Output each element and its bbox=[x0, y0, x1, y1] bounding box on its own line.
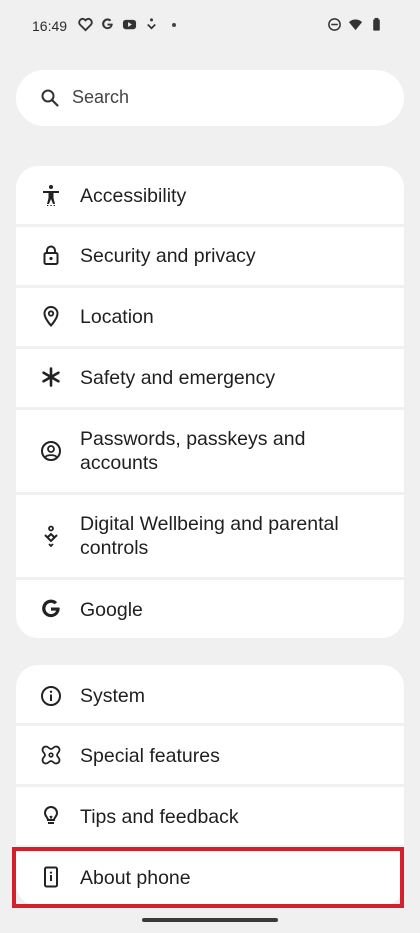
settings-item-security-privacy[interactable]: Security and privacy bbox=[16, 227, 404, 285]
settings-group-system: System Special features Tips and feedbac… bbox=[16, 665, 404, 906]
search-icon bbox=[40, 88, 60, 108]
settings-item-label: Digital Wellbeing and parental controls bbox=[80, 513, 339, 559]
status-notification-icons bbox=[78, 17, 176, 32]
settings-item-passwords-accounts[interactable]: Passwords, passkeys and accounts bbox=[16, 410, 404, 492]
info-icon bbox=[40, 685, 62, 707]
special-features-icon bbox=[40, 744, 62, 766]
settings-item-about-phone[interactable]: About phone bbox=[16, 848, 404, 906]
status-bar: 16:49 bbox=[0, 0, 420, 52]
settings-item-label: Location bbox=[80, 306, 154, 328]
google-g-icon bbox=[100, 17, 115, 32]
status-system-icons bbox=[327, 17, 384, 32]
settings-item-location[interactable]: Location bbox=[16, 288, 404, 346]
settings-item-accessibility[interactable]: Accessibility bbox=[16, 166, 404, 224]
heart-app-icon bbox=[78, 17, 93, 32]
settings-item-digital-wellbeing[interactable]: Digital Wellbeing and parental controls bbox=[16, 495, 404, 577]
navigation-handle[interactable] bbox=[142, 918, 278, 922]
status-time: 16:49 bbox=[32, 18, 68, 34]
account-circle-icon bbox=[40, 440, 62, 462]
location-pin-icon bbox=[40, 305, 62, 327]
wifi-icon bbox=[348, 17, 363, 32]
settings-item-label: System bbox=[80, 685, 146, 707]
settings-group-main: Accessibility Security and privacy Locat… bbox=[16, 166, 404, 638]
lock-icon bbox=[40, 244, 62, 266]
settings-item-label: Accessibility bbox=[80, 185, 187, 207]
search-bar[interactable]: Search bbox=[16, 70, 404, 126]
settings-item-tips-feedback[interactable]: Tips and feedback bbox=[16, 787, 404, 845]
do-not-disturb-icon bbox=[327, 17, 342, 32]
settings-item-label: Tips and feedback bbox=[80, 806, 239, 828]
settings-item-label: Security and privacy bbox=[80, 245, 256, 267]
notification-dot-icon bbox=[172, 22, 176, 27]
settings-item-label: Safety and emergency bbox=[80, 367, 276, 389]
settings-item-safety-emergency[interactable]: Safety and emergency bbox=[16, 349, 404, 407]
youtube-icon bbox=[122, 17, 137, 32]
lightbulb-icon bbox=[40, 805, 62, 827]
settings-item-special-features[interactable]: Special features bbox=[16, 726, 404, 784]
wellbeing-icon bbox=[144, 17, 159, 32]
settings-item-label: Passwords, passkeys and accounts bbox=[80, 428, 306, 474]
settings-item-label: About phone bbox=[80, 867, 191, 889]
settings-item-google[interactable]: Google bbox=[16, 580, 404, 638]
wellbeing-icon bbox=[40, 525, 62, 547]
phone-info-icon bbox=[40, 866, 62, 888]
google-g-icon bbox=[40, 598, 62, 620]
accessibility-icon bbox=[40, 184, 62, 206]
battery-icon bbox=[369, 17, 384, 32]
settings-item-label: Special features bbox=[80, 745, 220, 767]
asterisk-icon bbox=[40, 366, 62, 388]
search-placeholder: Search bbox=[72, 87, 130, 107]
settings-item-label: Google bbox=[80, 599, 143, 621]
settings-item-system[interactable]: System bbox=[16, 665, 404, 723]
